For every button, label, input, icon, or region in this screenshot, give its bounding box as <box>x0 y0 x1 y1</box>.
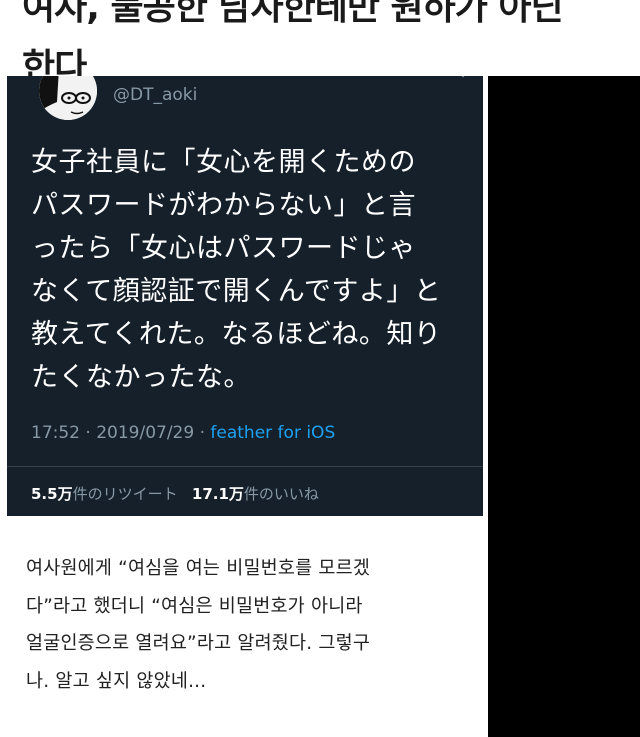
translation-line: 나. 알고 싶지 않았네... <box>26 670 207 692</box>
post-page: 여자, 불공한 남자한테만 원하가 아닌 한다 @DT_aoki 女子社員に「女… <box>0 0 640 737</box>
tweet-text-line: 教えてくれた。なるほどね。知り <box>31 319 442 350</box>
avatar-face-icon <box>39 76 97 120</box>
tweet-text-line: パスワードがわからない」と言 <box>31 190 416 221</box>
divider <box>7 466 483 467</box>
tweet-text-line: ったら「女心はパスワードじゃ <box>31 233 416 264</box>
tweet-text-line: たくなかったな。 <box>31 362 251 393</box>
avatar[interactable] <box>39 76 97 120</box>
tweet-text-line: 女子社員に「女心を開くための <box>31 147 416 178</box>
tweet-meta: 17:52 · 2019/07/29 · feather for iOS <box>31 423 335 443</box>
black-side-panel <box>488 76 640 737</box>
chevron-down-icon[interactable] <box>455 76 471 82</box>
retweets-label[interactable]: 件のリツイート <box>73 485 178 503</box>
translation-text: 여사원에게 “여심을 여는 비밀번호를 모르겠 다”라고 했더니 “여심은 비밀… <box>26 550 486 700</box>
tweet-stats: 5.5万件のリツイート 17.1万件のいいね <box>31 483 319 504</box>
tweet-client-link[interactable]: feather for iOS <box>210 423 335 443</box>
user-handle[interactable]: @DT_aoki <box>113 85 197 105</box>
retweets-count[interactable]: 5.5万 <box>31 485 73 503</box>
translation-line: 여사원에게 “여심을 여는 비밀번호를 모르겠 <box>26 558 371 579</box>
tweet-text: 女子社員に「女心を開くための パスワードがわからない」と言 ったら「女心はパスワ… <box>31 141 471 399</box>
translation-line: 얼굴인증으로 열려요”라고 알려줬다. 그렇구 <box>26 633 371 654</box>
likes-label[interactable]: 件のいいね <box>244 485 319 503</box>
headline-line-1: 여자, 불공한 남자한테만 원하가 아닌 <box>22 0 564 28</box>
tweet-screenshot: @DT_aoki 女子社員に「女心を開くための パスワードがわからない」と言 っ… <box>7 76 483 516</box>
tweet-timestamp[interactable]: 17:52 · 2019/07/29 · <box>31 423 210 443</box>
likes-count[interactable]: 17.1万 <box>192 485 244 503</box>
tweet-text-line: なくて顔認証で開くんですよ」と <box>31 276 442 307</box>
translation-line: 다”라고 했더니 “여심은 비밀번호가 아니라 <box>26 595 363 617</box>
